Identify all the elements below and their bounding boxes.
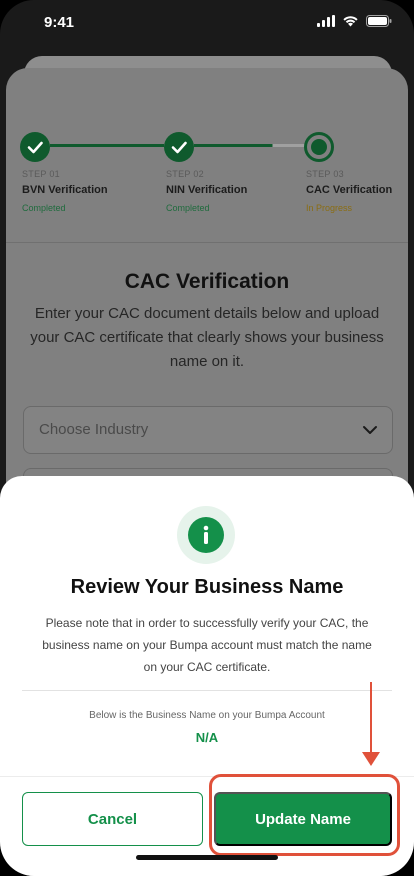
info-glyph <box>203 525 209 544</box>
industry-select-placeholder: Choose Industry <box>39 421 149 438</box>
business-name-label: Below is the Business Name on your Bumpa… <box>89 710 325 721</box>
step-3-dot <box>311 139 327 155</box>
review-business-name-modal: Review Your Business Name Please note th… <box>0 476 414 876</box>
modal-title: Review Your Business Name <box>70 576 344 598</box>
home-indicator <box>136 855 278 860</box>
phone-screen: 9:41 STEP 01 BVN Verification Completed … <box>0 0 414 876</box>
update-name-button[interactable]: Update Name <box>214 792 392 846</box>
verification-stepper: STEP 01 BVN Verification Completed STEP … <box>6 132 408 222</box>
status-icons <box>317 15 392 27</box>
modal-description: Please note that in order to successfull… <box>42 616 372 674</box>
check-icon <box>171 141 187 154</box>
step-1-name: BVN Verification <box>22 184 108 196</box>
chevron-down-icon <box>363 426 377 434</box>
status-bar: 9:41 <box>0 0 414 50</box>
info-badge <box>177 506 235 564</box>
signal-icon <box>317 15 335 27</box>
step-3-status: In Progress <box>306 203 353 213</box>
step-2-status: Completed <box>166 203 210 213</box>
step-1-circle <box>20 132 50 162</box>
annotation-arrow-head <box>362 752 380 766</box>
wifi-icon <box>343 16 358 27</box>
step-3-circle <box>304 132 334 162</box>
modal-divider <box>22 690 392 691</box>
step-3-number: STEP 03 <box>306 169 344 179</box>
info-icon <box>188 517 224 553</box>
check-icon <box>27 141 43 154</box>
step-2-connector <box>194 144 306 147</box>
battery-icon <box>366 15 392 27</box>
step-1-connector <box>50 144 164 147</box>
cancel-button[interactable]: Cancel <box>22 792 203 846</box>
status-time: 9:41 <box>44 14 75 31</box>
page-description: Enter your CAC document details below an… <box>30 305 384 370</box>
step-2-number: STEP 02 <box>166 169 204 179</box>
step-2-name: NIN Verification <box>166 184 248 196</box>
step-2-circle <box>164 132 194 162</box>
business-name-value: N/A <box>195 730 219 745</box>
step-3-name: CAC Verification <box>306 184 393 196</box>
step-1-status: Completed <box>22 203 66 213</box>
stepper-divider <box>6 242 408 243</box>
page-title: CAC Verification <box>124 270 290 293</box>
step-1-number: STEP 01 <box>22 169 60 179</box>
industry-select[interactable]: Choose Industry <box>23 406 393 454</box>
annotation-arrow-line <box>370 682 372 752</box>
